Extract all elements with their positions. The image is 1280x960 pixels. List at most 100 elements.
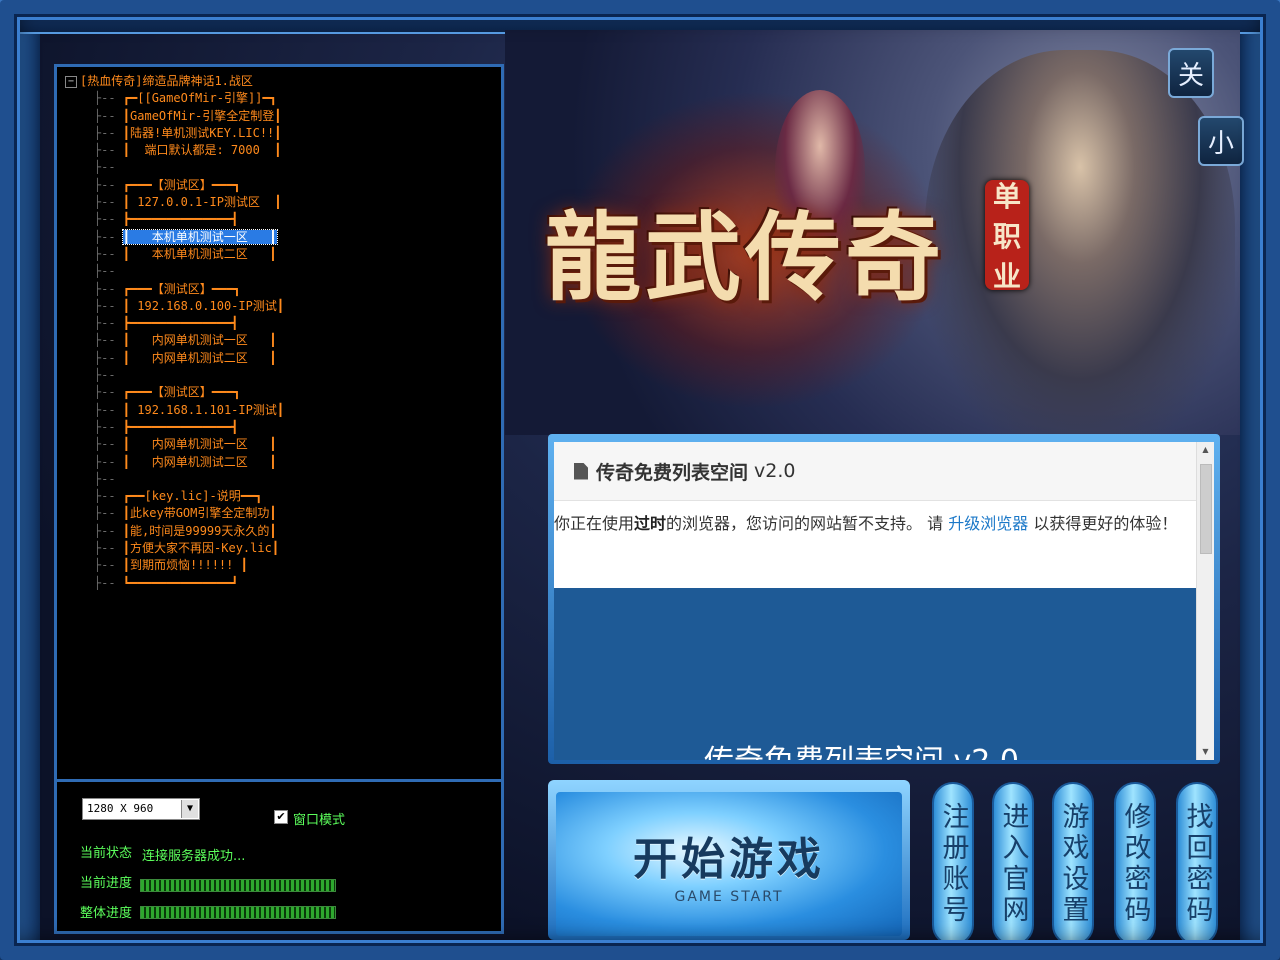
tree-guide: ├-- <box>65 523 123 538</box>
tree-root-label: [热血传奇]缔造品牌神话1.战区 <box>80 74 253 88</box>
tree-guide: ├-- <box>65 575 123 590</box>
seal-char: 单 <box>992 180 1021 213</box>
tree-item-label: ┃能,时间是99999天永久的┃ <box>122 523 277 538</box>
scroll-thumb[interactable] <box>1200 464 1212 554</box>
chevron-down-icon[interactable]: ▼ <box>181 800 198 818</box>
tree-row[interactable]: ├-- <box>65 263 284 280</box>
seal-badge: 单 职 业 <box>985 180 1029 293</box>
server-list-panel[interactable]: − [热血传奇]缔造品牌神话1.战区 ├-- ┏━[[GameOfMir-引擎]]… <box>54 64 504 782</box>
tree-row[interactable]: ├-- ┃能,时间是99999天永久的┃ <box>65 523 284 540</box>
resolution-select[interactable]: 1280 X 960 ▼ <box>82 798 200 820</box>
tree-row[interactable]: ├-- ┃此key带GOM引擎全定制功┃ <box>65 505 284 522</box>
tree-item-label: ┃ 192.168.1.101-IP测试┃ <box>122 402 285 417</box>
close-button[interactable]: 关 <box>1168 48 1214 98</box>
tree-row[interactable]: ├-- ┃ 本机单机测试一区 ┃ <box>65 228 284 246</box>
current-progress-label: 当前进度 <box>80 876 133 891</box>
notice-version: v2.0 <box>754 460 796 482</box>
notice-banner: 传奇免费列表空间 v2.0 <box>554 588 1196 760</box>
game-settings-button[interactable]: 游戏设置 <box>1052 782 1094 946</box>
register-account-button[interactable]: 注册账号 <box>932 782 974 946</box>
tree-row[interactable]: ├-- ┃ 192.168.1.101-IP测试┃ <box>65 402 284 419</box>
tree-row[interactable]: ├-- ┃ 内网单机测试一区 ┃ <box>65 436 284 453</box>
launcher-window: 龍武传奇 单 职 业 关 小 − [热血传奇]缔造品牌神话1.战区 ├-- ┏━[… <box>0 0 1280 960</box>
tree-row[interactable]: ├-- ┃陆器!单机测试KEY.LIC!!┃ <box>65 125 284 142</box>
start-game-label: 开始游戏 <box>633 834 825 885</box>
tree-guide: ├-- <box>65 177 123 192</box>
start-game-sublabel: GAME START <box>674 889 784 905</box>
tree-row[interactable]: ├-- ┣━━━━━━━━━━━━━━┫ <box>65 419 284 436</box>
tree-guide: ├-- <box>65 506 123 521</box>
tree-guide: ├-- <box>65 91 123 106</box>
tree-row[interactable]: ├-- ┏━━━【测试区】━━━┓ <box>65 384 284 401</box>
tree-guide: ├-- <box>65 316 123 331</box>
tree-row[interactable]: ├-- ┃ 内网单机测试一区 ┃ <box>65 332 284 349</box>
change-password-button[interactable]: 修改密码 <box>1114 782 1156 946</box>
seal-char: 业 <box>992 260 1021 293</box>
notice-banner-text: 传奇免费列表空间 v2.0 <box>704 736 1019 760</box>
tree-guide: ├-- <box>65 143 123 158</box>
tree-item-label: ┃ 内网单机测试二区 ┃ <box>122 454 277 469</box>
tree-guide: ├-- <box>65 333 123 348</box>
tree-item-label: ┃ 127.0.0.1-IP测试区 ┃ <box>122 195 282 210</box>
tree-row[interactable]: ├-- ┏━━━【测试区】━━━┓ <box>65 281 284 298</box>
server-tree[interactable]: − [热血传奇]缔造品牌神话1.战区 ├-- ┏━[[GameOfMir-引擎]]… <box>65 73 284 592</box>
tree-row[interactable]: ├-- ┃GameOfMir-引擎全定制登┃ <box>65 108 284 125</box>
tree-item-label: ┃ 端口默认都是: 7000 ┃ <box>122 143 282 158</box>
tree-guide: ├-- <box>65 281 123 296</box>
tree-row[interactable]: ├-- ┣━━━━━━━━━━━━━━┫ <box>65 211 284 228</box>
tree-guide: ├-- <box>65 212 123 227</box>
tree-item-label: ┏━━━【测试区】━━━┓ <box>122 385 241 400</box>
tree-guide: ├-- <box>65 108 123 123</box>
tree-row[interactable]: ├-- ┃ 192.168.0.100-IP测试┃ <box>65 298 284 315</box>
total-progress-bar <box>140 906 336 919</box>
tree-row[interactable]: ├-- ┃ 127.0.0.1-IP测试区 ┃ <box>65 194 284 211</box>
tree-guide: ├-- <box>65 541 123 556</box>
tree-item-label: ┗━━━━━━━━━━━━━━┛ <box>122 575 239 590</box>
tree-row[interactable]: ├-- ┃方便大家不再因-Key.lic┃ <box>65 540 284 557</box>
tree-item-label: ┏━━━【测试区】━━━┓ <box>122 177 241 192</box>
recover-password-button[interactable]: 找回密码 <box>1176 782 1218 946</box>
status-value: 连接服务器成功... <box>142 849 246 864</box>
tree-item-label: ┏━[[GameOfMir-引擎]]━┓ <box>122 91 277 106</box>
window-mode-label: 窗口模式 <box>293 813 346 828</box>
tree-root[interactable]: − [热血传奇]缔造品牌神话1.战区 <box>65 73 284 90</box>
notice-webview[interactable]: 传奇免费列表空间 v2.0 你正在使用过时的浏览器，您访问的网站暂不支持。 请 … <box>554 442 1196 760</box>
tree-row[interactable]: ├-- ┃到期而烦恼!!!!!! ┃ <box>65 557 284 574</box>
tree-guide: ├-- <box>65 489 123 504</box>
official-site-button[interactable]: 进入官网 <box>992 782 1034 946</box>
tree-row[interactable]: ├-- <box>65 159 284 176</box>
seal-char: 职 <box>992 220 1021 253</box>
total-progress-label: 整体进度 <box>80 906 133 921</box>
tree-row[interactable]: ├-- ┃ 本机单机测试二区 ┃ <box>65 246 284 263</box>
scroll-up-icon[interactable]: ▲ <box>1197 442 1214 458</box>
tree-row[interactable]: ├-- ┃ 内网单机测试二区 ┃ <box>65 454 284 471</box>
start-game-button[interactable]: 开始游戏 GAME START <box>556 792 902 936</box>
notice-scrollbar[interactable]: ▲ ▼ <box>1196 442 1214 760</box>
tree-guide: ├-- <box>65 454 123 469</box>
scroll-down-icon[interactable]: ▼ <box>1197 744 1214 760</box>
tree-guide: ├-- <box>65 350 123 365</box>
tree-row[interactable]: ├-- <box>65 471 284 488</box>
notice-title: 传奇免费列表空间 <box>596 461 749 484</box>
current-progress-bar <box>140 879 336 892</box>
game-logo: 龍武传奇 <box>545 201 945 314</box>
tree-row[interactable]: ├-- ┃ 端口默认都是: 7000 ┃ <box>65 142 284 159</box>
upgrade-browser-link[interactable]: 升级浏览器 <box>948 514 1028 533</box>
tree-row[interactable]: ├-- ┏━[[GameOfMir-引擎]]━┓ <box>65 90 284 107</box>
tree-row[interactable]: ├-- ┗━━━━━━━━━━━━━━┛ <box>65 575 284 592</box>
recover-password-label: 找回密码 <box>1181 802 1213 926</box>
frame-top <box>0 0 1280 34</box>
tree-row[interactable]: ├-- ┏━━[key.lic]-说明━━┓ <box>65 488 284 505</box>
tree-guide: ├-- <box>65 437 123 452</box>
tree-row[interactable]: ├-- <box>65 367 284 384</box>
tree-row[interactable]: ├-- ┏━━━【测试区】━━━┓ <box>65 177 284 194</box>
minimize-button[interactable]: 小 <box>1198 116 1244 166</box>
msg-mid: 的浏览器，您访问的网站暂不支持。 请 <box>666 514 949 533</box>
collapse-icon[interactable]: − <box>65 75 77 88</box>
tree-row[interactable]: ├-- ┣━━━━━━━━━━━━━━┫ <box>65 315 284 332</box>
notice-header: 传奇免费列表空间 v2.0 <box>554 442 1196 501</box>
tree-item-label: ┃ 内网单机测试二区 ┃ <box>122 350 277 365</box>
window-mode-checkbox[interactable]: ✔ <box>274 810 288 824</box>
tree-row[interactable]: ├-- ┃ 内网单机测试二区 ┃ <box>65 350 284 367</box>
change-password-label: 修改密码 <box>1119 802 1151 926</box>
